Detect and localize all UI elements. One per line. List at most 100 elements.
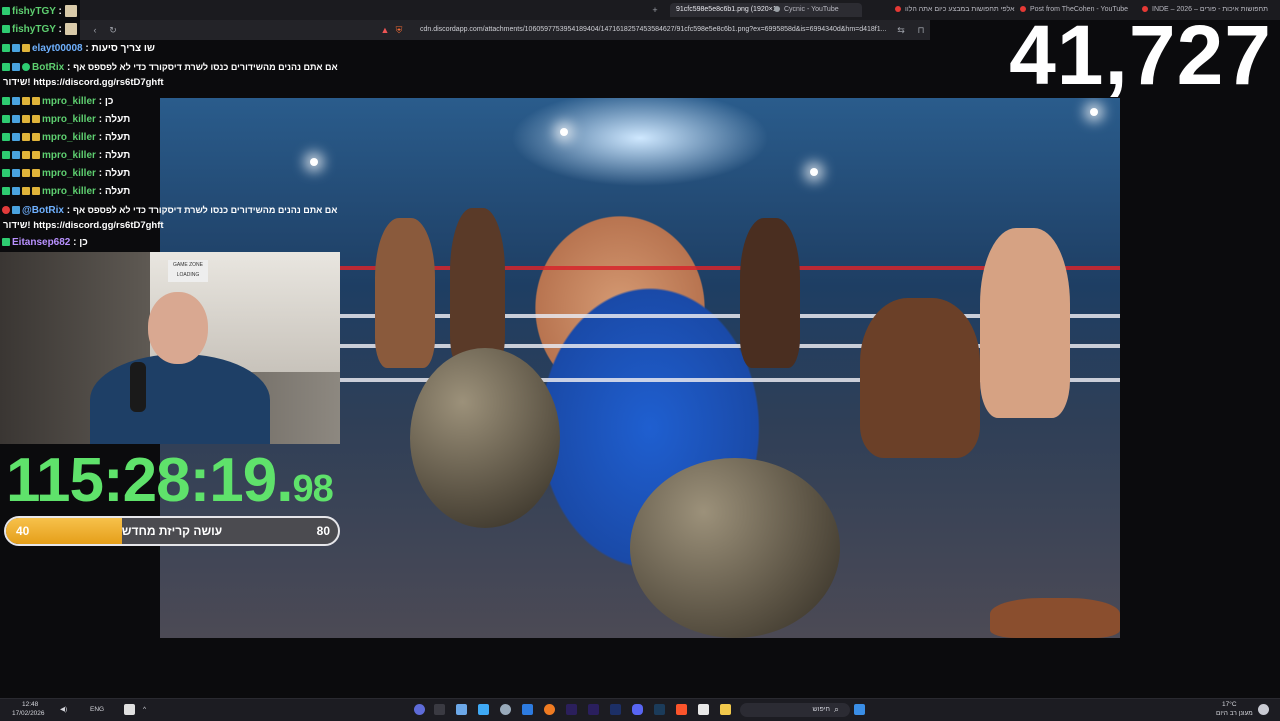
boxing-glove-right	[630, 458, 840, 638]
youtube-icon	[895, 6, 901, 13]
boxing-glove-left	[410, 348, 560, 528]
chat-message: mpro_killer : תעלה	[2, 148, 130, 164]
app-icon[interactable]	[522, 704, 533, 715]
chat-message: mpro_killer : תעלה	[2, 112, 130, 128]
chat-username[interactable]: Eitansep682	[12, 237, 70, 248]
chat-text: תעלה	[104, 168, 131, 179]
chat-username[interactable]: elayt00008	[32, 43, 83, 54]
chat-text: תעלה	[104, 186, 131, 197]
chat-username[interactable]: mpro_killer	[42, 96, 96, 107]
chat-separator: :	[55, 6, 62, 17]
reload-icon[interactable]: ↻	[108, 25, 118, 35]
kick-badge-icon	[2, 187, 10, 196]
tab-label: 91cfc598e5e8c6b1.png (1920×1	[676, 6, 777, 13]
chat-text: כן	[104, 96, 114, 107]
sub-badge-icon	[22, 169, 30, 178]
chat-message: mpro_killer : כן	[2, 94, 113, 110]
chat-username[interactable]: @BotRix	[22, 205, 64, 216]
chat-separator: :	[55, 24, 62, 35]
premiere-icon[interactable]	[588, 704, 599, 715]
chat-separator: :	[95, 132, 105, 143]
photoshop-icon[interactable]	[610, 704, 621, 715]
steam-icon[interactable]	[654, 704, 665, 715]
chat-message: Eitansep682 : כן	[2, 235, 88, 251]
brave-icon[interactable]	[676, 704, 687, 715]
chat-separator: :	[63, 205, 73, 216]
wall-sign-line-1: GAME ZONE	[172, 262, 203, 268]
blender-icon[interactable]	[544, 704, 555, 715]
chat-message: fishyTGY :	[2, 22, 79, 38]
kick-badge-icon	[2, 115, 10, 124]
language-indicator[interactable]: ENG	[90, 706, 104, 714]
kick-badge-icon	[2, 151, 10, 160]
discord-icon[interactable]	[632, 704, 643, 715]
search-icon[interactable]: ⌕	[834, 705, 839, 714]
chat-separator: :	[95, 96, 105, 107]
background-fighter	[980, 228, 1070, 418]
clock-date[interactable]: 17/02/2026	[12, 710, 45, 718]
tray-app-icon[interactable]	[124, 704, 135, 715]
chat-message: mpro_killer : תעלה	[2, 130, 130, 146]
tray-chevron-icon[interactable]: ^	[143, 706, 146, 714]
brave-shield-icon[interactable]: ⛨	[394, 25, 404, 35]
tab-cycnic-youtube[interactable]: Cycnic - YouTube	[774, 3, 914, 17]
chat-text-continuation[interactable]: שידור! https://discord.gg/rs6tD7ghft	[3, 77, 164, 88]
app-icon[interactable]	[456, 704, 467, 715]
chat-separator: :	[64, 62, 74, 73]
chat-username[interactable]: mpro_killer	[42, 114, 96, 125]
chat-username[interactable]: fishyTGY	[12, 24, 56, 35]
stream-timer: 115:28:19.98	[6, 446, 342, 516]
sub-badge-icon	[22, 151, 30, 160]
warning-icon: ▲	[380, 25, 390, 35]
chat-message: elayt00008 : שו צריך סיעות	[2, 41, 155, 57]
task-view-icon[interactable]	[434, 704, 445, 715]
spotlight	[1090, 108, 1098, 116]
clock-time[interactable]: 12:48	[22, 701, 38, 709]
chat-separator: :	[95, 150, 105, 161]
file-explorer-icon[interactable]	[720, 704, 731, 715]
verified-badge-icon	[12, 187, 20, 196]
chat-username[interactable]: mpro_killer	[42, 186, 96, 197]
bookmark-icon[interactable]: ⊓	[916, 25, 926, 35]
kick-badge-icon	[2, 133, 10, 142]
chat-username[interactable]: mpro_killer	[42, 168, 96, 179]
gift-badge-icon	[32, 151, 40, 160]
spotlight	[810, 168, 818, 176]
volume-icon[interactable]: ◀)	[60, 706, 67, 714]
background-boxer	[375, 218, 435, 368]
chat-message: BotRix : אם אתם נהנים מהשידורים כנסו לשר…	[2, 59, 338, 75]
weather-desc[interactable]: מעונן רב היום	[1216, 710, 1253, 718]
background-boxer	[740, 218, 800, 368]
app-icon[interactable]	[698, 704, 709, 715]
kick-badge-icon	[2, 97, 10, 106]
copilot-icon[interactable]	[414, 704, 425, 715]
chat-username[interactable]: BotRix	[32, 62, 64, 73]
chat-username[interactable]: fishyTGY	[12, 6, 56, 17]
gift-badge-icon	[32, 187, 40, 196]
after-effects-icon[interactable]	[566, 704, 577, 715]
chat-text: שו צריך סיעות	[91, 43, 155, 54]
chat-text: תעלה	[104, 132, 131, 143]
webcam-feed: GAME ZONE LOADING	[0, 252, 340, 444]
new-tab-icon[interactable]: +	[650, 5, 660, 15]
microphone	[130, 362, 146, 412]
chat-username[interactable]: mpro_killer	[42, 132, 96, 143]
verified-badge-icon	[12, 169, 20, 178]
chat-username[interactable]: mpro_killer	[42, 150, 96, 161]
gift-badge-icon	[32, 97, 40, 106]
streamer	[90, 292, 270, 444]
chat-message: @BotRix : אם אתם נהנים מהשידורים כנסו לש…	[2, 202, 337, 218]
app-icon[interactable]	[500, 704, 511, 715]
app-icon[interactable]	[478, 704, 489, 715]
tool-badge-icon	[12, 206, 20, 215]
windows-start-icon[interactable]	[854, 704, 865, 715]
back-icon[interactable]: ‹	[90, 25, 100, 35]
knocked-out-boxer	[860, 298, 980, 458]
share-icon[interactable]: ⇆	[896, 25, 906, 35]
weather-temp[interactable]: 17°C	[1222, 701, 1237, 709]
kick-badge-icon	[2, 63, 10, 72]
chat-separator: :	[82, 43, 92, 54]
chat-text: אם אתם נהנים מהשידורים כנסו לשרת דיסקורד…	[73, 62, 338, 72]
weather-cloud-icon[interactable]	[1258, 704, 1269, 715]
chat-text-continuation[interactable]: שידור! https://discord.gg/rs6tD7ghft	[3, 220, 164, 231]
